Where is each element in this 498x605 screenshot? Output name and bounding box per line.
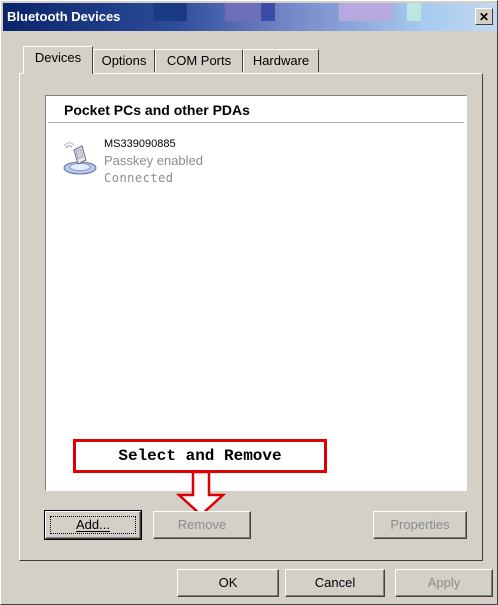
annotation-callout: Select and Remove [73, 439, 327, 473]
tab-label: COM Ports [166, 53, 232, 68]
apply-button[interactable]: Apply [395, 569, 493, 597]
tab-label: Options [101, 53, 147, 68]
add-button[interactable]: Add... [44, 510, 142, 540]
title-bar[interactable]: Bluetooth Devices ✕ [3, 3, 497, 31]
close-icon: ✕ [478, 9, 490, 24]
title-stripe [261, 3, 275, 21]
device-list[interactable]: Pocket PCs and other PDAs MS339090885 Pa… [45, 95, 467, 491]
close-button[interactable]: ✕ [475, 8, 493, 25]
properties-button-label: Properties [390, 517, 450, 532]
device-list-item[interactable]: MS339090885 Passkey enabled Connected [60, 132, 260, 192]
apply-button-label: Apply [427, 575, 461, 590]
title-stripe [407, 3, 421, 21]
window-title: Bluetooth Devices [7, 9, 121, 24]
cancel-button[interactable]: Cancel [285, 569, 385, 597]
title-stripe [225, 3, 261, 21]
pda-device-icon [60, 138, 100, 178]
bluetooth-devices-window: Bluetooth Devices ✕ Devices Options COM … [0, 0, 498, 605]
tab-label: Hardware [252, 53, 310, 68]
tab-devices[interactable]: Devices [23, 46, 93, 74]
focus-rect [50, 516, 136, 534]
remove-button-label: Remove [177, 517, 227, 532]
callout-text: Select and Remove [118, 447, 282, 465]
tab-hardware[interactable]: Hardware [243, 49, 319, 72]
ok-button[interactable]: OK [177, 569, 279, 597]
group-header: Pocket PCs and other PDAs [64, 102, 250, 118]
device-name: MS339090885 [104, 138, 176, 150]
device-status: Passkey enabled [104, 153, 204, 168]
remove-button[interactable]: Remove [153, 511, 251, 539]
title-stripe [339, 3, 393, 21]
ok-button-label: OK [218, 575, 238, 590]
cancel-button-label: Cancel [314, 575, 356, 590]
device-connection-status: Connected [104, 171, 174, 185]
tab-label: Devices [34, 50, 82, 65]
tab-com-ports[interactable]: COM Ports [155, 49, 243, 72]
group-divider [48, 122, 464, 123]
title-stripe [153, 3, 187, 21]
properties-button[interactable]: Properties [373, 511, 467, 539]
tab-options[interactable]: Options [93, 49, 155, 72]
